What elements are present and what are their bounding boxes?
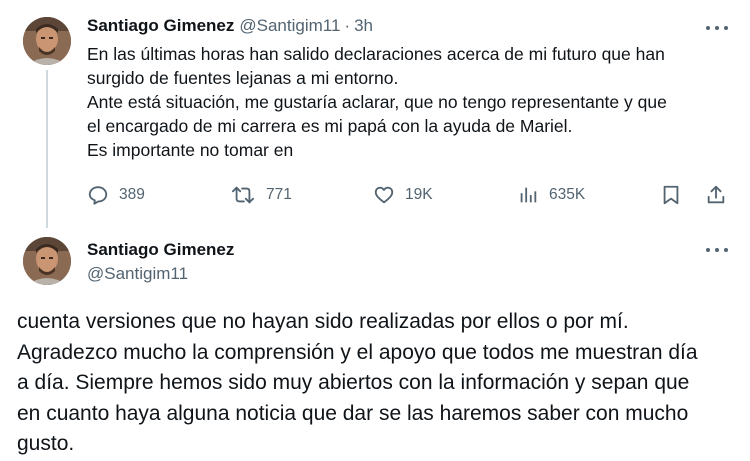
tweet-header: Santiago Gimenez @Santigim11 · 3h — [87, 16, 373, 36]
action-bar: 389 771 19K 635K — [87, 182, 737, 210]
text-line: Es importante no tomar en — [87, 140, 294, 160]
comment-icon — [88, 186, 108, 205]
retweet-button[interactable]: 771 — [230, 184, 292, 206]
more-icon[interactable] — [706, 243, 728, 257]
tweet-text: En las últimas horas han salido declarac… — [87, 42, 737, 162]
avatar[interactable] — [23, 237, 71, 285]
separator: · — [344, 16, 351, 35]
text-line: gusto. — [17, 432, 75, 455]
text-line: En las últimas horas han salido declarac… — [87, 44, 665, 64]
retweet-icon — [232, 186, 254, 204]
bookmark-icon — [663, 185, 679, 205]
like-count: 19K — [405, 186, 433, 203]
reply-button[interactable]: 389 — [87, 184, 145, 206]
bookmark-button[interactable] — [660, 184, 682, 206]
text-line: Ante está situación, me gustaría aclarar… — [87, 92, 667, 112]
text-line: cuenta versiones que no hayan sido reali… — [17, 310, 629, 333]
tweet-text: cuenta versiones que no hayan sido reali… — [17, 307, 742, 460]
user-handle[interactable]: @Santigim11 — [239, 16, 340, 36]
view-count: 635K — [549, 186, 586, 203]
share-button[interactable] — [705, 184, 727, 206]
share-icon — [707, 185, 725, 204]
reply-count: 389 — [119, 186, 145, 203]
display-name[interactable]: Santiago Gimenez — [87, 240, 234, 260]
tweet-header: Santiago Gimenez — [87, 240, 234, 260]
text-line: surgido de fuentes lejanas a mi entorno. — [87, 68, 399, 88]
timestamp[interactable]: 3h — [354, 16, 373, 36]
like-button[interactable]: 19K — [373, 184, 433, 206]
avatar[interactable] — [23, 17, 71, 65]
thread-line — [46, 70, 48, 228]
analytics-icon — [520, 187, 537, 203]
text-line: Agradezco mucho la comprensión y el apoy… — [17, 340, 698, 364]
display-name[interactable]: Santiago Gimenez — [87, 16, 234, 36]
views-button[interactable]: 635K — [517, 184, 585, 206]
text-line: a día. Siempre hemos sido muy abiertos c… — [17, 371, 690, 394]
heart-icon — [374, 186, 394, 204]
more-icon[interactable] — [706, 21, 728, 35]
retweet-count: 771 — [266, 186, 292, 203]
text-line: en cuanto haya alguna noticia que dar se… — [17, 401, 689, 425]
user-handle[interactable]: @Santigim11 — [87, 264, 188, 284]
text-line: el encargado de mi carrera es mi papá co… — [87, 116, 573, 136]
